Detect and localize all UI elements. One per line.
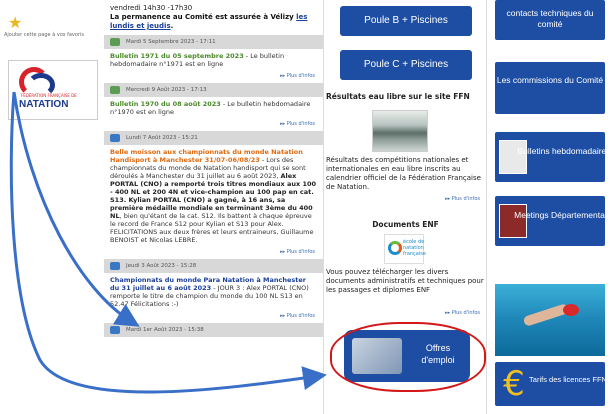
- ecole-logo-text: école de natation française: [403, 239, 426, 257]
- ecole-natation-logo[interactable]: école de natation française: [384, 234, 426, 264]
- news-item: Bulletin 1970 du 08 août 2023 - Le bulle…: [110, 100, 311, 116]
- news-item: Championnats du monde Para Natation à Ma…: [110, 276, 309, 308]
- star-icon[interactable]: ★: [8, 15, 22, 31]
- bulletin-icon: [110, 38, 120, 46]
- eau-libre-title[interactable]: Résultats eau libre sur le site FFN: [326, 92, 470, 101]
- more-info-link[interactable]: ▸▸ Plus d'infos: [104, 311, 323, 323]
- euro-icon: €: [503, 364, 525, 404]
- news-date-header: Mardi 1er Août 2023 - 15:38: [104, 323, 323, 337]
- open-water-photo[interactable]: [372, 110, 428, 152]
- more-info-link[interactable]: ▸▸ Plus d'infos: [104, 71, 323, 83]
- swimmer-photo[interactable]: [495, 284, 605, 356]
- news-date-header: Jeudi 3 Août 2023 - 15:28: [104, 259, 323, 273]
- highlight-circle: [330, 322, 486, 392]
- swimmer-icon: [110, 326, 120, 334]
- news-date-header: Lundi 7 Août 2023 - 15:21: [104, 131, 323, 145]
- meetings-button[interactable]: Meetings Départementaux: [495, 196, 613, 246]
- news-title-link[interactable]: Bulletin 1971 du 05 septembre 2023: [110, 52, 244, 60]
- right-sidebar: contacts techniques du comité Les commis…: [487, 0, 613, 414]
- news-date-header: Mardi 5 Septembre 2023 - 17:11: [104, 35, 323, 49]
- more-info-link[interactable]: ▸▸ Plus d'infos: [104, 247, 323, 259]
- contacts-button[interactable]: contacts techniques du comité: [495, 0, 605, 40]
- contacts-label: contacts techniques du comité: [506, 8, 594, 29]
- commissions-button[interactable]: Les commissions du Comité: [495, 62, 605, 114]
- commissions-label: Les commissions du Comité: [496, 75, 604, 85]
- poule-c-button[interactable]: Poule C + Piscines: [340, 50, 472, 80]
- hours-text: vendredi 14h30 -17h30: [110, 4, 193, 12]
- news-item: Belle moisson aux championnats du monde …: [110, 148, 317, 244]
- logo-subtitle: FÉDÉRATION FRANÇAISE DE: [21, 93, 77, 98]
- left-sidebar: ★ Ajouter cette page à vos favoris FÉDÉR…: [0, 0, 104, 414]
- more-info-link[interactable]: ▸▸ Plus d'infos: [104, 119, 323, 131]
- swimmer-cap: [563, 304, 579, 316]
- enf-title[interactable]: Documents ENF: [324, 220, 487, 229]
- bulletin-icon: [110, 86, 120, 94]
- poule-b-button[interactable]: Poule B + Piscines: [340, 6, 472, 36]
- swimmer-icon: [110, 134, 120, 142]
- add-favorite-link[interactable]: Ajouter cette page à vos favoris: [4, 32, 104, 39]
- news-date-header: Mercredi 9 Août 2023 - 17:13: [104, 83, 323, 97]
- meetings-label: Meetings Départementaux: [514, 210, 613, 220]
- eau-libre-description: Résultats des compétitions nationales et…: [326, 156, 481, 191]
- swimmer-icon: [110, 262, 120, 270]
- more-info-link[interactable]: ▸▸ Plus d'infos: [445, 196, 480, 202]
- center-links-column: Poule B + Piscines Poule C + Piscines Ré…: [324, 0, 487, 414]
- more-info-link[interactable]: ▸▸ Plus d'infos: [445, 310, 480, 316]
- permanence-text: La permanence au Comité est assurée à Vé…: [110, 13, 308, 30]
- news-feed: vendredi 14h30 -17h30 La permanence au C…: [104, 0, 324, 414]
- news-item: Bulletin 1971 du 05 septembre 2023 - Le …: [110, 52, 285, 68]
- ffn-natation-logo[interactable]: FÉDÉRATION FRANÇAISE DE NATATION: [8, 60, 98, 120]
- bulletins-label: Bulletins hebdomadaires: [517, 146, 611, 156]
- news-title-link[interactable]: Bulletin 1970 du 08 août 2023: [110, 100, 221, 108]
- permanence-notice: vendredi 14h30 -17h30 La permanence au C…: [104, 0, 323, 35]
- swimmer-arm: [522, 303, 570, 327]
- logo-word: NATATION: [19, 99, 69, 110]
- ecole-logo-icon: [388, 241, 402, 255]
- bulletins-button[interactable]: Bulletins hebdomadaires: [495, 132, 611, 182]
- enf-description: Vous pouvez télécharger les divers docum…: [326, 268, 484, 294]
